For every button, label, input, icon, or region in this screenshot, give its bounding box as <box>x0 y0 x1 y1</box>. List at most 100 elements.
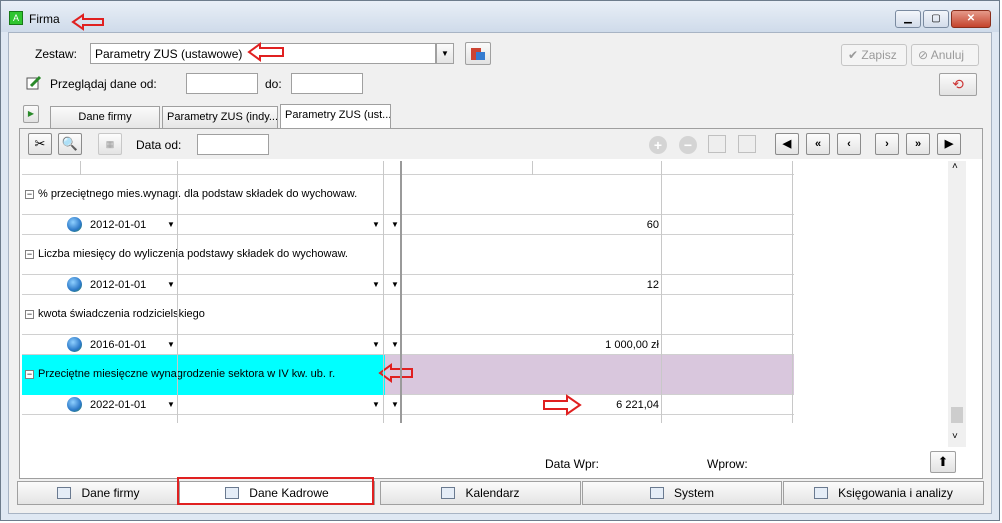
bottom-tab-label: Księgowania i analizy <box>838 486 953 500</box>
grid-col-line <box>400 161 402 423</box>
prev-icon[interactable]: ‹ <box>837 133 861 155</box>
chevron-down-icon[interactable]: ▼ <box>391 400 399 409</box>
collapse-icon[interactable]: − <box>25 190 34 199</box>
search-icon[interactable]: 🔍 <box>58 133 82 155</box>
collapse-icon[interactable]: − <box>25 310 34 319</box>
next-icon[interactable]: › <box>875 133 899 155</box>
row-date: 2022-01-01 <box>90 399 147 411</box>
do-label: do: <box>265 77 282 91</box>
chevron-down-icon[interactable]: ▼ <box>372 340 380 349</box>
zestaw-dropdown-icon[interactable]: ▼ <box>436 43 454 64</box>
first-icon[interactable]: ◀ <box>775 133 799 155</box>
tree-icon <box>649 487 664 499</box>
row-value[interactable]: 60 <box>402 219 659 231</box>
row-value[interactable]: 12 <box>402 279 659 291</box>
close-icon[interactable]: ✕ <box>951 10 991 28</box>
refresh-icon[interactable]: ⟲ <box>939 73 977 96</box>
bottom-tab-ksiegowania[interactable]: Księgowania i analizy <box>783 481 984 505</box>
bottom-tab-label: Kalendarz <box>465 486 520 500</box>
data-row[interactable]: 2016-01-01 ▼ ▼ ▼ 1 000,00 zł <box>22 335 794 355</box>
globe-icon <box>67 337 82 352</box>
chevron-down-icon[interactable]: ▼ <box>391 280 399 289</box>
chevron-down-icon[interactable]: ▼ <box>372 280 380 289</box>
document-copy-icon[interactable] <box>738 135 756 153</box>
bottom-tab-kalendarz[interactable]: Kalendarz <box>380 481 581 505</box>
chevron-down-icon[interactable]: ▼ <box>167 280 175 289</box>
tools-icon[interactable]: ✂ <box>28 133 52 155</box>
data-row[interactable]: 2012-01-01 ▼ ▼ ▼ 60 <box>22 215 794 235</box>
maximize-icon[interactable]: ▢ <box>923 10 949 28</box>
globe-icon <box>67 217 82 232</box>
scroll-thumb[interactable] <box>951 407 963 423</box>
chevron-down-icon[interactable]: ▼ <box>372 220 380 229</box>
row-date: 2012-01-01 <box>90 219 147 231</box>
chevron-down-icon[interactable]: ▼ <box>167 340 175 349</box>
data-od-label: Data od: <box>136 138 182 152</box>
annotation-arrow-zestaw <box>247 42 285 62</box>
client-area: Zestaw: Parametry ZUS (ustawowe) ▼ ✔ Zap… <box>8 32 992 514</box>
grid-col-line <box>177 161 178 423</box>
bottom-tab-system[interactable]: System <box>582 481 782 505</box>
data-row[interactable]: 2012-01-01 ▼ ▼ ▼ 12 <box>22 275 794 295</box>
vertical-scrollbar[interactable]: ˄ ˅ <box>948 161 966 447</box>
przegladaj-label: Przeglądaj dane od: <box>50 77 157 91</box>
bottom-tab-dane-firmy[interactable]: Dane firmy <box>17 481 180 505</box>
chevron-down-icon[interactable]: ▼ <box>167 400 175 409</box>
chevron-down-icon[interactable]: ▼ <box>391 340 399 349</box>
group-row[interactable]: − kwota świadczenia rodzicielskiego <box>22 295 794 335</box>
calendar-icon <box>441 487 456 499</box>
panel-toolbar: ✂ 🔍 ▦ Data od: + − ◀ « ‹ › » ▶ <box>20 129 982 159</box>
tab-panel: ✂ 🔍 ▦ Data od: + − ◀ « ‹ › » ▶ − % przec… <box>19 128 983 479</box>
grid-header-row <box>22 161 794 175</box>
tab-parametry-zus-ust[interactable]: Parametry ZUS (ust... <box>280 104 391 128</box>
row-date: 2016-01-01 <box>90 339 147 351</box>
save-button[interactable]: ✔ Zapisz <box>841 44 907 66</box>
grid-col-line <box>80 161 81 175</box>
date-from-input[interactable] <box>186 73 258 94</box>
group-label: Liczba miesięcy do wyliczenia podstawy s… <box>38 248 348 260</box>
title-bar: A Firma ▁ ▢ ✕ <box>1 1 999 32</box>
group-label: kwota świadczenia rodzicielskiego <box>38 308 205 320</box>
data-wpr-label: Data Wpr: <box>545 457 600 471</box>
data-row[interactable]: 2022-01-01 ▼ ▼ ▼ 6 221,04 <box>22 395 794 415</box>
annotation-box-dane-kadrowe <box>177 477 374 505</box>
tab-parametry-zus-indy[interactable]: Parametry ZUS (indy... <box>162 106 278 128</box>
zestaw-settings-icon[interactable] <box>465 42 491 65</box>
row-value[interactable]: 6 221,04 <box>402 399 659 411</box>
edit-pencil-icon[interactable] <box>26 75 42 91</box>
chevron-down-icon[interactable]: ▼ <box>391 220 399 229</box>
page-forward-icon[interactable]: » <box>906 133 930 155</box>
remove-icon[interactable]: − <box>679 136 697 154</box>
window-controls: ▁ ▢ ✕ <box>895 10 991 28</box>
tabs-expand-icon[interactable]: ▶ <box>23 105 39 123</box>
window-title: Firma <box>29 12 60 26</box>
bottom-tab-label: Dane firmy <box>81 486 140 500</box>
scroll-down-icon[interactable]: ˅ <box>952 431 958 442</box>
chevron-down-icon[interactable]: ▼ <box>372 400 380 409</box>
annotation-arrow-value <box>542 394 582 416</box>
data-od-input[interactable] <box>197 134 269 155</box>
tab-dane-firmy[interactable]: Dane firmy <box>50 106 160 128</box>
bottom-tab-label: System <box>673 486 714 500</box>
params-grid: − % przeciętnego mies.wynagr. dla podsta… <box>22 161 794 423</box>
calendar-icon[interactable]: ▦ <box>98 133 122 155</box>
group-row[interactable]: − Liczba miesięcy do wyliczenia podstawy… <box>22 235 794 275</box>
chevron-down-icon[interactable]: ▼ <box>167 220 175 229</box>
minimize-icon[interactable]: ▁ <box>895 10 921 28</box>
last-icon[interactable]: ▶ <box>937 133 961 155</box>
row-value[interactable]: 1 000,00 zł <box>402 339 659 351</box>
cancel-button-label: Anuluj <box>930 48 965 62</box>
group-row[interactable]: − % przeciętnego mies.wynagr. dla podsta… <box>22 175 794 215</box>
date-to-input[interactable] <box>291 73 363 94</box>
collapse-icon[interactable]: − <box>25 250 34 259</box>
grid-col-line <box>383 161 384 423</box>
page-back-icon[interactable]: « <box>806 133 830 155</box>
add-icon[interactable]: + <box>649 136 667 154</box>
document-edit-icon[interactable] <box>708 135 726 153</box>
cancel-button[interactable]: ⊘ Anuluj <box>911 44 979 66</box>
globe-icon <box>67 397 82 412</box>
arrow-up-icon[interactable]: ⬆ <box>930 451 956 473</box>
scroll-up-icon[interactable]: ˄ <box>952 161 958 172</box>
collapse-icon[interactable]: − <box>25 370 34 379</box>
group-label: % przeciętnego mies.wynagr. dla podstaw … <box>38 188 358 200</box>
